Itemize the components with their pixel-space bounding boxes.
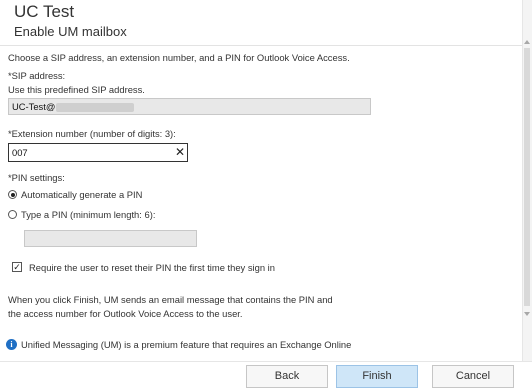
radio-manual-pin-label[interactable]: Type a PIN (minimum length: 6): bbox=[21, 209, 155, 220]
reset-pin-label[interactable]: Require the user to reset their PIN the … bbox=[29, 262, 275, 273]
extension-number-input[interactable]: 007 ✕ bbox=[8, 143, 188, 162]
intro-text: Choose a SIP address, an extension numbe… bbox=[8, 52, 350, 63]
reset-pin-checkbox[interactable]: ✓ bbox=[12, 262, 22, 272]
scrollbar-thumb[interactable] bbox=[524, 48, 530, 306]
page-title: UC Test bbox=[14, 2, 75, 21]
close-icon[interactable]: ✕ bbox=[175, 144, 185, 161]
extension-label: *Extension number (number of digits: 3): bbox=[8, 128, 176, 139]
back-button[interactable]: Back bbox=[246, 365, 328, 388]
finish-button[interactable]: Finish bbox=[336, 365, 418, 388]
header-divider bbox=[0, 45, 522, 46]
extension-number-value: 007 bbox=[12, 147, 28, 158]
radio-auto-pin[interactable] bbox=[8, 190, 17, 199]
sip-address-value: UC-Test@ bbox=[12, 101, 56, 112]
radio-manual-pin[interactable] bbox=[8, 210, 17, 219]
cancel-button[interactable]: Cancel bbox=[432, 365, 514, 388]
scroll-down-arrow-icon[interactable] bbox=[524, 312, 530, 316]
page-subtitle: Enable UM mailbox bbox=[14, 24, 127, 39]
finish-note-line-2: the access number for Outlook Voice Acce… bbox=[8, 308, 243, 319]
sip-address-field: UC-Test@ bbox=[8, 98, 371, 115]
info-icon: i bbox=[6, 339, 17, 350]
finish-note-line-1: When you click Finish, UM sends an email… bbox=[8, 294, 333, 305]
info-text: Unified Messaging (UM) is a premium feat… bbox=[21, 339, 352, 350]
scroll-up-arrow-icon[interactable] bbox=[524, 40, 530, 44]
pin-input[interactable] bbox=[24, 230, 197, 247]
radio-auto-pin-label[interactable]: Automatically generate a PIN bbox=[21, 189, 142, 200]
pin-settings-label: *PIN settings: bbox=[8, 172, 65, 183]
footer-divider bbox=[0, 361, 532, 362]
sip-address-help: Use this predefined SIP address. bbox=[8, 84, 145, 95]
redacted-domain bbox=[56, 103, 135, 113]
sip-address-label: *SIP address: bbox=[8, 70, 66, 81]
